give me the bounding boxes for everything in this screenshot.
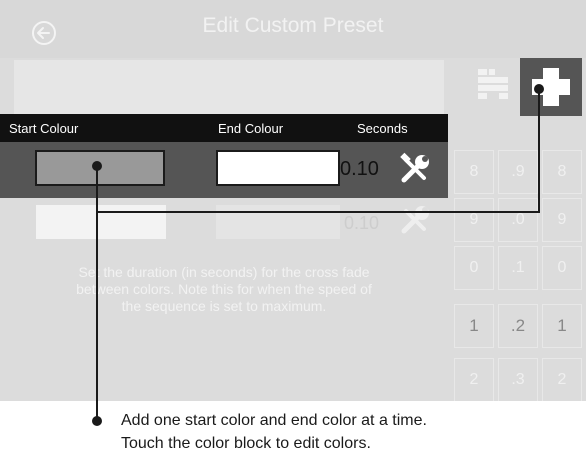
caption-line: Add one start color and end color at a t…	[121, 412, 427, 429]
callout-caption: Add one start color and end color at a t…	[121, 409, 427, 455]
caption-line: Touch the color block to edit colors.	[121, 435, 371, 452]
callout-leader-lines	[92, 84, 544, 426]
